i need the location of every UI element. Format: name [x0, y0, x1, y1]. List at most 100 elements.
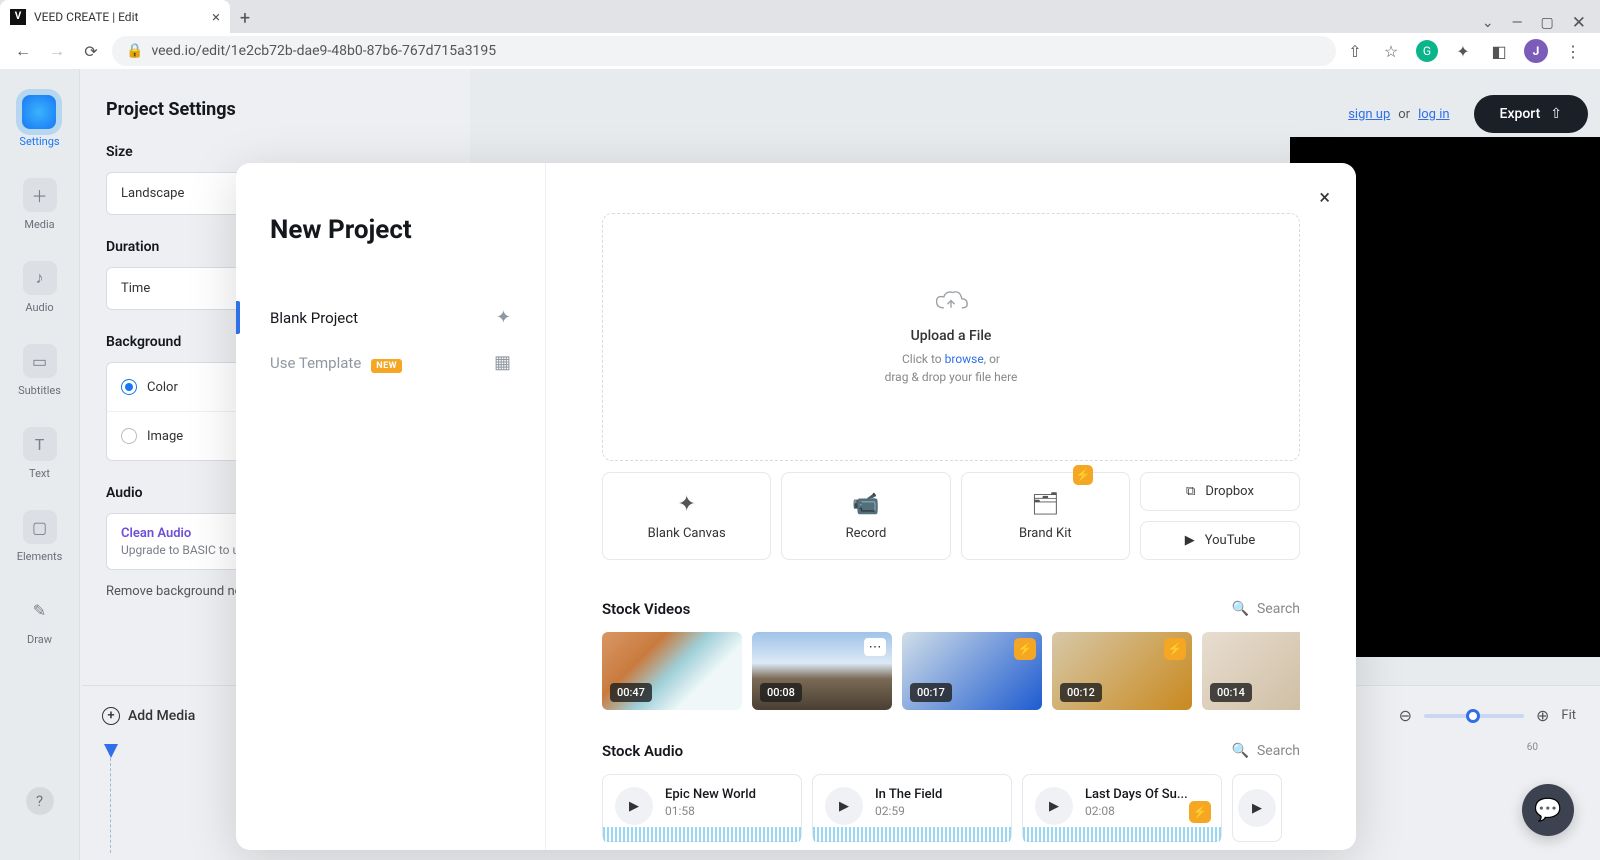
stock-video-thumb[interactable]: ⋯00:08	[752, 632, 892, 710]
dropbox-card[interactable]: ⧉ Dropbox	[1140, 472, 1300, 511]
lock-icon: 🔒	[126, 43, 143, 59]
blank-canvas-card[interactable]: ✦ Blank Canvas	[602, 472, 771, 560]
sparkle-icon: ✦	[677, 492, 695, 517]
template-icon: ▦	[494, 352, 511, 373]
extensions-icon[interactable]: ✦	[1452, 40, 1474, 62]
use-template-option[interactable]: Use Template NEW ▦	[270, 340, 511, 385]
favicon: V	[10, 9, 26, 25]
pencil-icon: ✎	[23, 593, 57, 627]
stock-video-thumb[interactable]: ⚡00:17	[902, 632, 1042, 710]
search-icon: 🔍	[1232, 743, 1249, 759]
chevron-down-icon[interactable]: ⌄	[1482, 15, 1494, 31]
close-modal-button[interactable]: ×	[1319, 185, 1330, 209]
rail-audio[interactable]: ♪ Audio	[23, 261, 57, 314]
playhead[interactable]	[104, 744, 118, 853]
brand-icon: 🗂	[1031, 492, 1059, 517]
new-tab-button[interactable]: +	[230, 3, 260, 33]
blank-project-option[interactable]: Blank Project ✦	[270, 295, 511, 340]
close-tab-icon[interactable]: ×	[212, 8, 220, 26]
rail-text[interactable]: T Text	[23, 427, 57, 480]
playhead-marker-icon	[104, 744, 118, 758]
play-icon[interactable]: ▶	[615, 787, 653, 825]
back-button[interactable]: ←	[10, 38, 36, 64]
plus-icon: ＋	[23, 178, 57, 212]
play-icon[interactable]: ▶	[1035, 787, 1073, 825]
pro-badge-icon: ⚡	[1189, 801, 1211, 823]
tab-title: VEED CREATE | Edit	[34, 10, 138, 24]
new-project-modal: New Project Blank Project ✦ Use Template…	[236, 163, 1356, 850]
music-icon: ♪	[23, 261, 57, 295]
play-icon[interactable]: ▶	[825, 787, 863, 825]
stock-video-search[interactable]: 🔍 Search	[1232, 601, 1300, 617]
modal-main: × Upload a File Click to browse, or drag…	[546, 163, 1356, 850]
fit-button[interactable]: Fit	[1561, 708, 1576, 723]
radio-icon	[121, 379, 137, 395]
rail-media[interactable]: ＋ Media	[23, 178, 57, 231]
zoom-slider[interactable]	[1424, 714, 1524, 718]
play-icon[interactable]: ▶	[1238, 789, 1276, 827]
stock-videos-header: Stock Videos 🔍 Search	[602, 600, 1300, 618]
minimize-icon[interactable]: —	[1512, 15, 1523, 31]
stock-audio-card[interactable]: ▶ Last Days Of Su...02:08 ⚡	[1022, 774, 1222, 842]
address-bar: ← → ⟳ 🔒 veed.io/edit/1e2cb72b-dae9-48b0-…	[0, 33, 1600, 69]
pro-badge-icon: ⚡	[1073, 465, 1093, 485]
share-icon[interactable]: ⇧	[1344, 40, 1366, 62]
size-label: Size	[106, 144, 444, 160]
zoom-handle[interactable]	[1466, 709, 1480, 723]
upload-dropzone[interactable]: Upload a File Click to browse, or drag &…	[602, 213, 1300, 461]
stock-audio-header: Stock Audio 🔍 Search	[602, 742, 1300, 760]
record-card[interactable]: 📹 Record	[781, 472, 950, 560]
bookmark-icon[interactable]: ☆	[1380, 40, 1402, 62]
pro-badge-icon: ⚡	[1164, 638, 1186, 660]
rail-draw[interactable]: ✎ Draw	[23, 593, 57, 646]
rail-settings[interactable]: Settings	[19, 95, 59, 148]
more-icon[interactable]: ⋯	[864, 638, 886, 656]
help-button[interactable]: ?	[26, 787, 54, 815]
browse-link[interactable]: browse	[945, 352, 984, 366]
zoom-in-icon[interactable]: ⊕	[1536, 706, 1549, 725]
timeline-zoom-controls: ⊖ ⊕ Fit	[1399, 706, 1576, 725]
rail-elements[interactable]: ▢ Elements	[17, 510, 63, 563]
pro-badge-icon: ⚡	[1014, 638, 1036, 660]
stock-audio-search[interactable]: 🔍 Search	[1232, 743, 1300, 759]
upload-subtitle: Click to browse, or drag & drop your fil…	[885, 350, 1018, 386]
profile-avatar[interactable]: J	[1524, 39, 1548, 63]
source-col: ⧉ Dropbox ▶ YouTube	[1140, 472, 1300, 560]
waveform	[813, 827, 1011, 842]
maximize-icon[interactable]: ▢	[1541, 15, 1554, 31]
browser-tab[interactable]: V VEED CREATE | Edit ×	[0, 0, 230, 33]
stock-video-thumb[interactable]: 00:47	[602, 632, 742, 710]
close-window-icon[interactable]: ✕	[1572, 13, 1586, 33]
url-text: veed.io/edit/1e2cb72b-dae9-48b0-87b6-767…	[151, 43, 496, 59]
zoom-out-icon[interactable]: ⊖	[1399, 706, 1412, 725]
chat-button[interactable]: 💬	[1522, 784, 1574, 836]
stock-audio-card[interactable]: ▶	[1232, 774, 1282, 842]
rail-subtitles[interactable]: ▭ Subtitles	[18, 344, 61, 397]
camera-icon: 📹	[852, 492, 879, 517]
dropbox-icon: ⧉	[1186, 484, 1195, 499]
search-icon: 🔍	[1232, 601, 1249, 617]
reload-button[interactable]: ⟳	[78, 38, 104, 64]
sidebar-icon[interactable]: ◧	[1488, 40, 1510, 62]
brand-kit-card[interactable]: ⚡ 🗂 Brand Kit	[961, 472, 1130, 560]
upload-title: Upload a File	[911, 328, 992, 344]
left-rail: Settings ＋ Media ♪ Audio ▭ Subtitles T T…	[0, 69, 80, 860]
youtube-icon: ▶	[1185, 533, 1195, 548]
waveform	[1023, 827, 1221, 842]
subtitles-icon: ▭	[23, 344, 57, 378]
source-row: ✦ Blank Canvas 📹 Record ⚡ 🗂 Brand Kit ⧉ …	[602, 472, 1300, 560]
chat-icon: 💬	[1534, 798, 1561, 823]
stock-video-thumb[interactable]: 00:14	[1202, 632, 1300, 710]
url-field[interactable]: 🔒 veed.io/edit/1e2cb72b-dae9-48b0-87b6-7…	[112, 36, 1336, 66]
elements-icon: ▢	[23, 510, 57, 544]
menu-icon[interactable]: ⋮	[1562, 40, 1584, 62]
youtube-card[interactable]: ▶ YouTube	[1140, 521, 1300, 560]
add-media-button[interactable]: + Add Media	[102, 707, 195, 725]
stock-video-thumb[interactable]: ⚡00:12	[1052, 632, 1192, 710]
modal-title: New Project	[270, 215, 511, 245]
grammarly-icon[interactable]: G	[1416, 40, 1438, 62]
settings-icon	[22, 95, 56, 129]
stock-audio-card[interactable]: ▶ Epic New World01:58	[602, 774, 802, 842]
forward-button[interactable]: →	[44, 38, 70, 64]
stock-audio-card[interactable]: ▶ In The Field02:59	[812, 774, 1012, 842]
